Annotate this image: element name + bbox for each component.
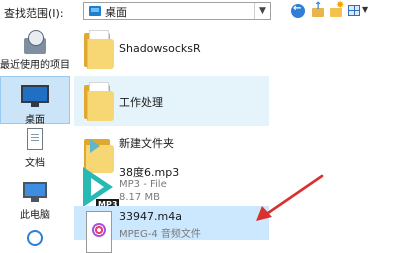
desktop-icon bbox=[89, 6, 101, 16]
place-desktop[interactable]: 桌面 bbox=[0, 76, 70, 126]
place-this-pc[interactable]: 此电脑 bbox=[0, 176, 70, 221]
chevron-down-icon[interactable]: ▼ bbox=[254, 3, 270, 19]
look-in-value: 桌面 bbox=[105, 6, 127, 19]
folder-icon bbox=[80, 27, 118, 71]
recent-items-icon bbox=[21, 30, 49, 56]
file-name: 工作处理 bbox=[119, 96, 163, 109]
desktop-icon bbox=[20, 83, 50, 111]
itunes-file-icon bbox=[80, 209, 118, 253]
view-menu-icon bbox=[348, 5, 360, 16]
up-folder-button[interactable]: ↑ bbox=[311, 1, 327, 19]
new-folder-button[interactable]: ✸ bbox=[329, 0, 345, 19]
file-list[interactable]: ShadowsocksR 工作处理 新建文件夹 MP3 38度6.mp3 MP3… bbox=[74, 24, 400, 253]
file-type: MPEG-4 音频文件 bbox=[119, 229, 201, 240]
list-item[interactable]: MP3 38度6.mp3 MP3 - File 8.17 MB bbox=[74, 162, 269, 212]
place-recent-label: 最近使用的项目 bbox=[0, 60, 70, 71]
file-size: 8.17 MB bbox=[119, 192, 160, 203]
file-name: 33947.m4a bbox=[119, 210, 182, 223]
places-bar: 最近使用的项目 桌面 文档 此电脑 bbox=[0, 24, 73, 246]
list-item[interactable]: 工作处理 bbox=[74, 76, 269, 126]
file-type: MP3 - File bbox=[119, 179, 167, 190]
place-documents-label: 文档 bbox=[25, 158, 45, 169]
list-item[interactable]: 33947.m4a MPEG-4 音频文件 bbox=[74, 206, 269, 253]
place-this-pc-label: 此电脑 bbox=[20, 210, 50, 221]
look-in-bar: 查找范围(I): 桌面 ▼ ↑ ✸ ▼ bbox=[0, 0, 400, 24]
list-item[interactable]: ShadowsocksR bbox=[74, 24, 269, 74]
media-player-icon: MP3 bbox=[80, 165, 120, 210]
file-name: 38度6.mp3 bbox=[119, 166, 180, 179]
folder-icon bbox=[80, 79, 118, 123]
file-name: 新建文件夹 bbox=[119, 137, 174, 150]
back-button[interactable] bbox=[290, 3, 306, 19]
look-in-combo[interactable]: 桌面 ▼ bbox=[83, 2, 271, 20]
documents-icon bbox=[24, 128, 46, 154]
place-documents[interactable]: 文档 bbox=[0, 124, 70, 169]
back-arrow-icon bbox=[291, 3, 305, 18]
view-menu-button[interactable]: ▼ bbox=[347, 3, 369, 19]
place-recent[interactable]: 最近使用的项目 bbox=[0, 28, 70, 74]
file-name: ShadowsocksR bbox=[119, 42, 201, 55]
look-in-label: 查找范围(I): bbox=[4, 7, 64, 20]
chevron-down-icon: ▼ bbox=[362, 5, 369, 14]
computer-icon bbox=[20, 180, 50, 206]
